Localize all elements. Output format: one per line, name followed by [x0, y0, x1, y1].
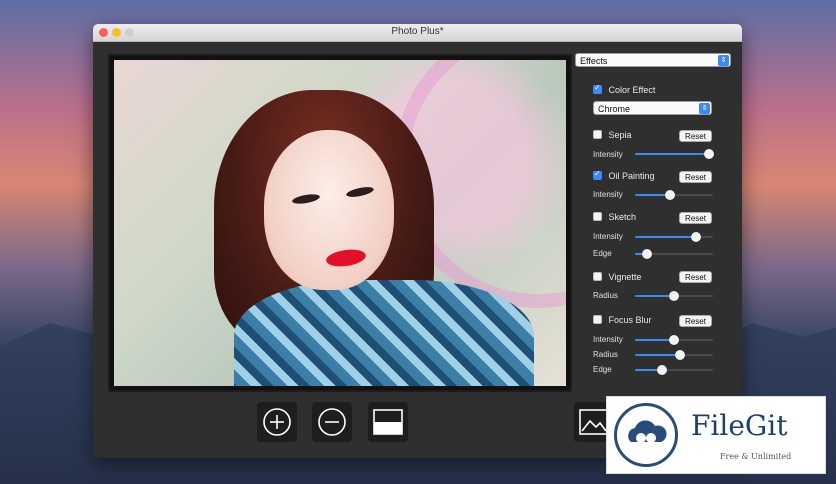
sepia-intensity-label: Intensity [593, 150, 623, 159]
sketch-intensity-slider[interactable] [635, 232, 713, 242]
watermark-brand: FileGit [691, 409, 788, 442]
title-bar: Photo Plus* [93, 24, 742, 42]
focus-blur-edge-slider[interactable] [635, 365, 713, 375]
slider-knob[interactable] [641, 249, 652, 259]
sketch-checkbox[interactable]: Sketch [593, 212, 636, 222]
checkbox-icon [593, 272, 602, 281]
slider-knob[interactable] [675, 350, 686, 360]
vignette-checkbox[interactable]: Vignette [593, 272, 641, 282]
zoom-out-button[interactable] [312, 402, 352, 442]
dropdown-arrow-icon: ⇕ [699, 103, 710, 114]
focus-blur-intensity-slider[interactable] [635, 335, 713, 345]
slider-knob[interactable] [657, 365, 668, 375]
sketch-edge-label: Edge [593, 249, 612, 258]
vignette-radius-label: Radius [593, 291, 618, 300]
edited-photo [114, 60, 566, 386]
zoom-in-button[interactable] [257, 402, 297, 442]
mode-dropdown-value: Effects [580, 56, 608, 66]
checkbox-icon [593, 212, 602, 221]
sketch-reset-button[interactable]: Reset [679, 212, 712, 224]
oil-painting-label: Oil Painting [608, 171, 655, 181]
slider-knob[interactable] [690, 232, 701, 242]
focus-blur-reset-button[interactable]: Reset [679, 315, 712, 327]
window-title: Photo Plus* [391, 26, 444, 37]
focus-blur-intensity-label: Intensity [593, 335, 623, 344]
oil-painting-checkbox[interactable]: Oil Painting [593, 169, 655, 181]
slider-knob[interactable] [669, 335, 679, 345]
sepia-label: Sepia [608, 130, 632, 140]
mode-dropdown[interactable]: Effects ⇕ [575, 53, 731, 67]
zoom-in-icon [263, 408, 291, 436]
checkbox-icon [593, 315, 602, 324]
color-preset-dropdown[interactable]: Chrome ⇕ [593, 101, 712, 115]
slider-fill [635, 354, 681, 356]
focus-blur-checkbox[interactable]: Focus Blur [593, 315, 652, 325]
oil-painting-intensity-slider[interactable] [635, 190, 713, 200]
sepia-checkbox[interactable]: Sepia [593, 130, 632, 140]
effects-panel: Effects ⇕ Color Effect Chrome ⇕ Sepia Re… [573, 50, 733, 390]
slider-fill [635, 236, 696, 238]
split-view-button[interactable] [368, 402, 408, 442]
shirt [234, 280, 534, 386]
sketch-intensity-label: Intensity [593, 232, 623, 241]
vignette-label: Vignette [608, 272, 642, 282]
vignette-radius-slider[interactable] [635, 291, 713, 301]
focus-blur-label: Focus Blur [608, 315, 652, 325]
slider-knob[interactable] [669, 291, 679, 301]
color-effect-checkbox[interactable]: Color Effect [593, 83, 656, 95]
sepia-intensity-slider[interactable] [635, 149, 715, 159]
checkbox-icon [593, 169, 602, 180]
focus-blur-radius-label: Radius [593, 350, 618, 359]
slider-knob[interactable] [665, 190, 676, 200]
watermark-tagline: Free & Unlimited [720, 452, 792, 461]
vignette-reset-button[interactable]: Reset [679, 271, 712, 283]
filegit-watermark: FileGit Free & Unlimited [606, 396, 826, 474]
cloud-icon [628, 420, 667, 443]
zoom-out-icon [318, 408, 346, 436]
slider-fill [635, 153, 710, 155]
filegit-logo [614, 403, 678, 467]
split-view-icon [373, 409, 403, 435]
focus-blur-radius-slider[interactable] [635, 350, 713, 360]
checkbox-icon [593, 130, 602, 139]
color-preset-value: Chrome [598, 104, 631, 114]
sepia-reset-button[interactable]: Reset [679, 130, 712, 142]
slider-knob[interactable] [704, 149, 715, 159]
sketch-edge-slider[interactable] [635, 249, 713, 259]
focus-blur-edge-label: Edge [593, 365, 612, 374]
app-window: Photo Plus* Effects ⇕ ✓ Color Effect Chr… [93, 24, 742, 458]
dropdown-arrow-icon: ⇕ [718, 55, 729, 66]
image-icon [579, 409, 609, 435]
face [264, 130, 394, 290]
oil-painting-reset-button[interactable]: Reset [679, 171, 712, 183]
color-effect-label: Color Effect [608, 85, 656, 95]
oil-painting-intensity-label: Intensity [593, 190, 623, 199]
sketch-label: Sketch [608, 212, 637, 222]
checkbox-icon [593, 83, 602, 94]
image-canvas[interactable] [108, 54, 572, 392]
